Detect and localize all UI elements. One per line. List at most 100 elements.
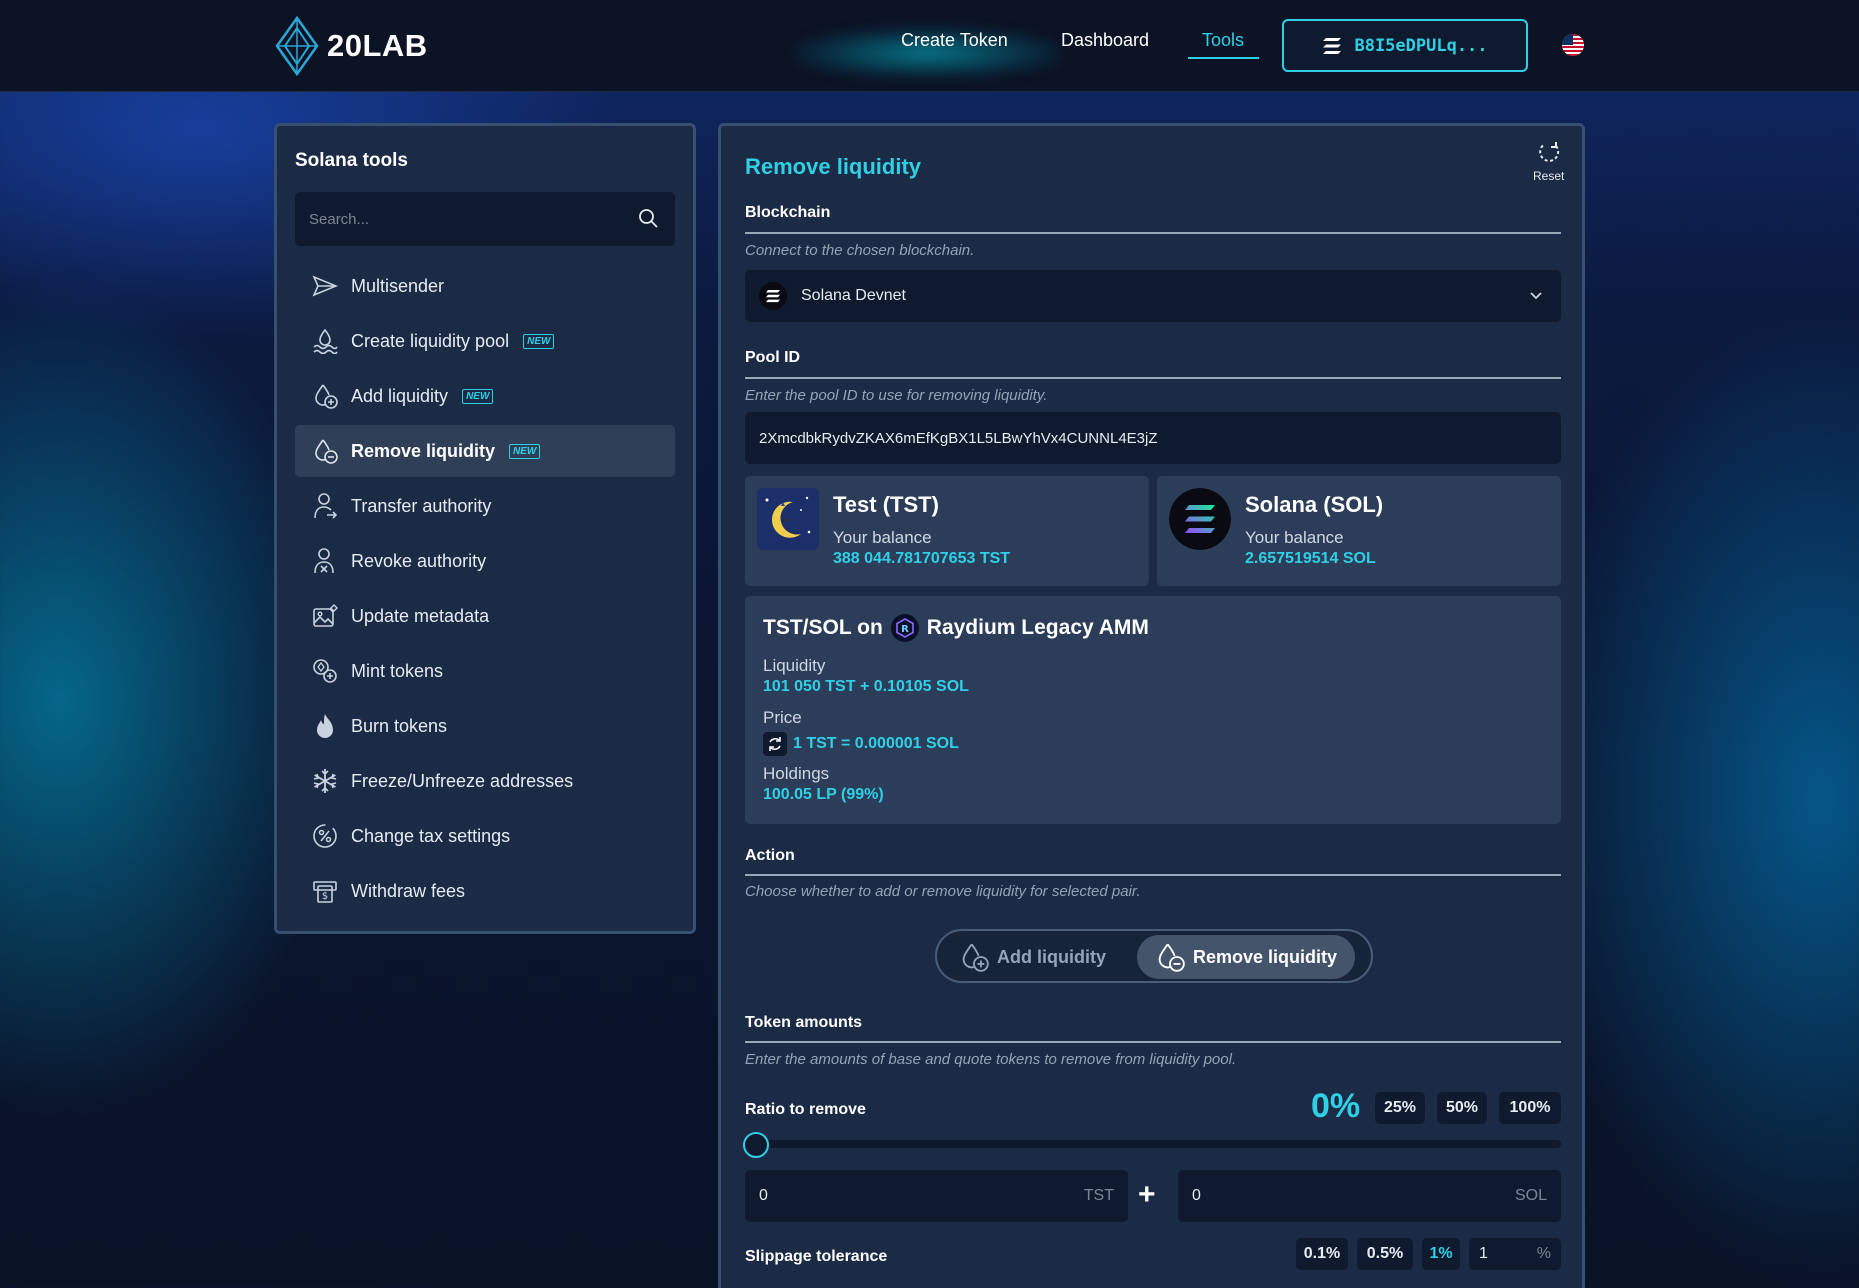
sidebar-title: Solana tools: [295, 150, 408, 171]
token-balance: 388 044.781707653 TST: [833, 550, 1011, 567]
ratio-label: Ratio to remove: [745, 1101, 866, 1118]
add-liquidity-toggle[interactable]: Add liquidity: [941, 935, 1124, 979]
reset-button[interactable]: Reset: [1533, 140, 1564, 183]
sidebar-item-label: Burn tokens: [351, 715, 448, 736]
search-icon[interactable]: [638, 208, 658, 228]
ratio-100-button[interactable]: 100%: [1499, 1092, 1561, 1124]
slippage-unit: %: [1536, 1245, 1551, 1262]
plus-icon: +: [1138, 1178, 1156, 1211]
sidebar-item-add-liquidity[interactable]: Add liquidity NEW: [295, 370, 675, 422]
token-image-sol: [1169, 488, 1231, 550]
sidebar-item-label: Freeze/Unfreeze addresses: [351, 770, 574, 791]
sidebar-item-burn-tokens[interactable]: Burn tokens: [295, 700, 675, 752]
ratio-slider-handle[interactable]: [743, 1132, 769, 1158]
logo-diamond-icon: [275, 16, 319, 76]
blockchain-label: Blockchain: [745, 204, 831, 221]
base-amount-unit: TST: [1083, 1187, 1114, 1204]
sidebar-item-label: Mint tokens: [351, 660, 444, 681]
quote-amount-unit: SOL: [1514, 1187, 1547, 1204]
token-card-base: Test (TST) Your balance 388 044.78170765…: [745, 476, 1149, 586]
drop-plus-icon: [962, 943, 989, 972]
nav-active-underline: [1188, 57, 1259, 59]
token-name: Test (TST): [833, 492, 939, 517]
top-navigation-bar: 20LAB Create Token Dashboard Tools B8I5e…: [0, 0, 1859, 92]
slippage-0-5-button[interactable]: 0.5%: [1357, 1238, 1413, 1270]
ratio-50-button[interactable]: 50%: [1437, 1092, 1487, 1124]
sidebar-item-create-liquidity-pool[interactable]: Create liquidity pool NEW: [295, 315, 675, 367]
new-badge: NEW: [509, 443, 541, 459]
sidebar-item-label: Withdraw fees: [351, 880, 466, 901]
drop-plus-icon: [311, 382, 339, 410]
logo-text: 20LAB: [327, 28, 428, 63]
sidebar-item-remove-liquidity[interactable]: Remove liquidity NEW: [295, 425, 675, 477]
pair-info-card: TST/SOL on R Raydium Legacy AMM Liquidit…: [745, 596, 1561, 824]
blockchain-value: Solana Devnet: [801, 287, 906, 304]
sidebar-item-multisender[interactable]: Multisender: [295, 260, 675, 312]
quote-amount-input[interactable]: 0 SOL: [1178, 1170, 1561, 1222]
divider: [745, 874, 1561, 876]
price-label: Price: [763, 708, 802, 727]
nav-tools[interactable]: Tools: [1202, 30, 1244, 51]
token-card-quote: Solana (SOL) Your balance 2.657519514 SO…: [1157, 476, 1561, 586]
user-transfer-icon: [311, 492, 339, 520]
svg-text:R: R: [901, 624, 909, 635]
token-amounts-label: Token amounts: [745, 1014, 863, 1031]
amm-name: Raydium Legacy AMM: [926, 616, 1149, 639]
sidebar-item-label: Update metadata: [351, 605, 490, 626]
token-balance-label: Your balance: [833, 528, 932, 547]
sidebar-item-mint-tokens[interactable]: Mint tokens: [295, 645, 675, 697]
token-image-tst: [757, 488, 819, 550]
swap-price-icon[interactable]: [763, 732, 787, 756]
page-title: Remove liquidity: [745, 154, 922, 179]
blockchain-description: Connect to the chosen blockchain.: [745, 242, 975, 259]
token-balance: 2.657519514 SOL: [1245, 550, 1376, 567]
sidebar-item-label: Add liquidity: [351, 385, 449, 406]
ratio-25-button[interactable]: 25%: [1375, 1092, 1425, 1124]
pool-id-input[interactable]: 2XmcdbkRydvZKAX6mEfKgBX1L5LBwYhVx4CUNNL4…: [745, 412, 1561, 464]
mint-icon: [311, 657, 339, 685]
pool-icon: [311, 327, 339, 355]
sidebar-item-revoke-authority[interactable]: Revoke authority: [295, 535, 675, 587]
wallet-button[interactable]: B8I5eDPULq...: [1282, 19, 1528, 72]
sidebar-item-update-metadata[interactable]: Update metadata: [295, 590, 675, 642]
sidebar-item-transfer-authority[interactable]: Transfer authority: [295, 480, 675, 532]
action-toggle: Add liquidity Remove liquidity: [935, 929, 1373, 983]
liquidity-label: Liquidity: [763, 656, 826, 675]
price-value: 1 TST = 0.000001 SOL: [793, 735, 959, 752]
new-badge: NEW: [523, 333, 555, 349]
pair-title-prefix: TST/SOL on: [763, 616, 883, 639]
pool-id-description: Enter the pool ID to use for removing li…: [745, 387, 1048, 404]
ratio-value: 0%: [1311, 1087, 1361, 1125]
base-amount-value: 0: [759, 1187, 768, 1204]
snowflake-icon: [311, 767, 339, 795]
sidebar-item-withdraw-fees[interactable]: $ Withdraw fees: [295, 865, 675, 917]
sidebar-item-label: Create liquidity pool: [351, 330, 510, 351]
nav-create-token[interactable]: Create Token: [901, 30, 1008, 51]
sidebar-item-change-tax-settings[interactable]: Change tax settings: [295, 810, 675, 862]
wallet-address: B8I5eDPULq...: [1354, 35, 1488, 56]
slippage-0-1-button[interactable]: 0.1%: [1296, 1238, 1348, 1270]
new-badge: NEW: [462, 388, 494, 404]
blockchain-select[interactable]: Solana Devnet: [745, 270, 1561, 322]
ratio-slider[interactable]: [745, 1140, 1561, 1148]
language-flag-icon[interactable]: [1562, 34, 1584, 56]
search-input[interactable]: [295, 192, 675, 246]
tools-sidebar: Solana tools Multisender Create liquidit…: [274, 123, 696, 934]
nav-dashboard[interactable]: Dashboard: [1061, 30, 1149, 51]
token-amounts-description: Enter the amounts of base and quote toke…: [745, 1051, 1237, 1068]
slippage-1-button[interactable]: 1%: [1422, 1238, 1460, 1270]
pool-id-label: Pool ID: [745, 349, 801, 366]
remove-liquidity-toggle[interactable]: Remove liquidity: [1137, 935, 1356, 979]
drop-minus-icon: [1158, 943, 1185, 972]
token-name: Solana (SOL): [1245, 492, 1384, 517]
chevron-down-icon: [1530, 292, 1542, 300]
base-amount-input[interactable]: 0 TST: [745, 1170, 1128, 1222]
quote-amount-value: 0: [1192, 1187, 1201, 1204]
percent-icon: [311, 822, 339, 850]
user-revoke-icon: [311, 547, 339, 575]
logo[interactable]: 20LAB: [273, 16, 428, 76]
sidebar-item-freeze-unfreeze[interactable]: Freeze/Unfreeze addresses: [295, 755, 675, 807]
action-description: Choose whether to add or remove liquidit…: [745, 883, 1141, 900]
reset-icon: [1538, 142, 1559, 162]
slippage-input[interactable]: 1 %: [1469, 1238, 1561, 1270]
